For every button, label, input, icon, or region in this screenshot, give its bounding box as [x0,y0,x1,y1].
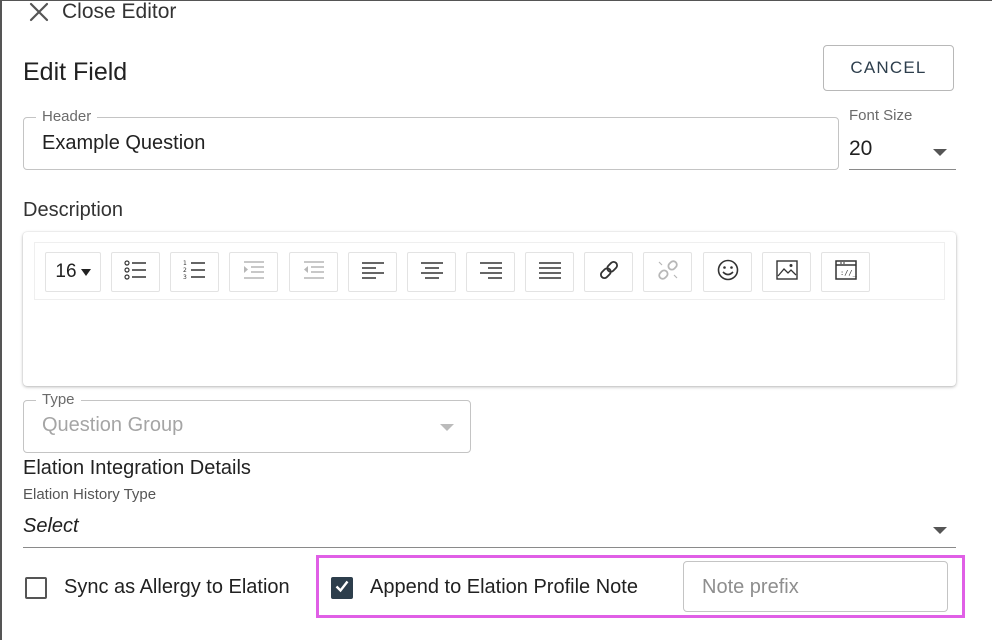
svg-text:3: 3 [183,274,187,281]
align-center-button[interactable] [407,252,456,292]
close-icon [28,1,50,23]
append-note-label: Append to Elation Profile Note [370,576,638,598]
link-icon [597,259,621,286]
checkmark-icon [334,578,350,599]
chevron-down-icon [933,149,947,156]
note-prefix-input[interactable]: Note prefix [683,561,948,612]
description-editor[interactable]: 16 123://_ [23,232,956,386]
outdent-button[interactable] [289,252,338,292]
emoji-icon [716,259,740,286]
type-value: Question Group [42,414,184,436]
page-title: Edit Field [23,58,128,86]
svg-text:1: 1 [183,260,187,267]
unlink-icon [656,259,680,286]
close-editor-label: Close Editor [62,0,177,23]
image-button[interactable] [762,252,811,292]
close-editor-button[interactable]: Close Editor [28,0,176,24]
embed-icon: ://_ [834,259,858,286]
font-size-dropdown[interactable]: 16 [45,252,101,292]
caret-down-icon [80,268,91,276]
ordered-list-icon: 123 [183,259,207,286]
type-select[interactable]: Type Question Group [23,391,471,453]
chevron-down-icon [440,424,454,431]
align-right-button[interactable] [466,252,515,292]
type-label: Type [36,391,81,409]
note-prefix-placeholder: Note prefix [702,576,799,598]
history-type-select[interactable]: Select [23,510,956,548]
indent-button[interactable] [229,252,278,292]
svg-text:://_: ://_ [840,269,858,277]
sync-allergy-checkbox[interactable] [25,577,47,599]
align-justify-button[interactable] [525,252,574,292]
align-center-icon [420,259,444,286]
outdent-icon [302,259,326,286]
header-field-label: Header [36,108,98,126]
align-left-icon [361,259,385,286]
indent-icon [242,259,266,286]
font-size-select[interactable]: 20 [849,132,956,170]
unlink-button[interactable] [643,252,692,292]
link-button[interactable] [584,252,633,292]
header-field-value: Example Question [42,132,206,154]
ordered-list-button[interactable]: 123 [170,252,219,292]
font-size-value: 20 [849,137,873,160]
align-right-icon [479,259,503,286]
emoji-button[interactable] [703,252,752,292]
cancel-button[interactable]: CANCEL [823,45,954,91]
align-left-button[interactable] [348,252,397,292]
window-border-left [0,0,2,640]
append-note-checkbox[interactable] [331,577,353,599]
sync-allergy-label: Sync as Allergy to Elation [64,576,290,598]
svg-text:2: 2 [183,267,187,274]
font-size-label: Font Size [849,107,913,124]
history-type-value: Select [23,515,79,537]
header-field[interactable]: Header Example Question [23,108,839,170]
unordered-list-icon [123,259,148,286]
chevron-down-icon [933,527,947,534]
unordered-list-button[interactable] [111,252,160,292]
history-type-label: Elation History Type [23,486,157,503]
image-icon [775,259,799,286]
align-justify-icon [538,259,562,286]
editor-font-size-value: 16 [55,261,77,282]
elation-section-title: Elation Integration Details [23,457,251,479]
editor-toolbar: 16 123://_ [34,242,945,300]
description-label: Description [23,199,124,221]
embed-button[interactable]: ://_ [821,252,870,292]
